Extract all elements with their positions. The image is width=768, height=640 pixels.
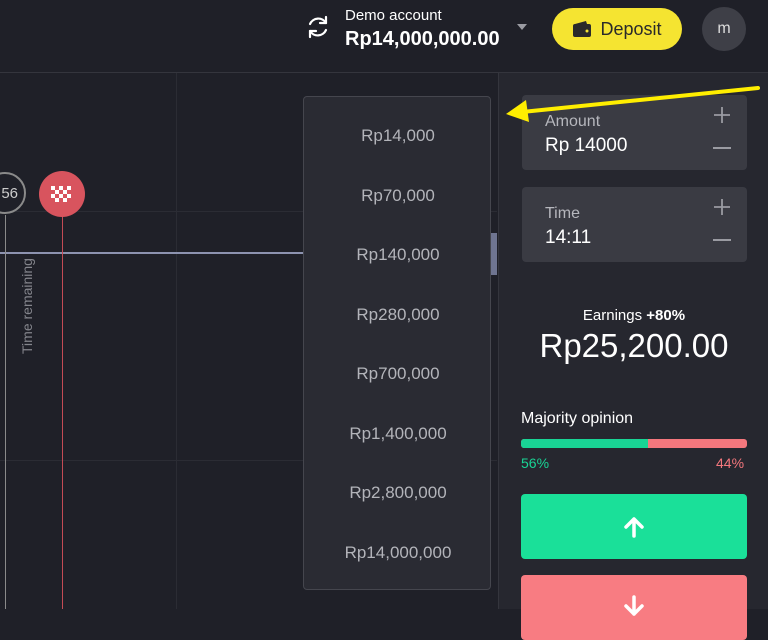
amount-option[interactable]: Rp140,000 bbox=[304, 235, 492, 275]
earnings-label: Earnings +80% bbox=[499, 307, 768, 324]
earnings-value: Rp25,200.00 bbox=[539, 327, 729, 364]
annotation-arrow-icon bbox=[506, 86, 760, 122]
amount-value[interactable]: Rp 14000 bbox=[545, 135, 627, 157]
amount-option[interactable]: Rp700,000 bbox=[304, 354, 492, 394]
majority-opinion-bar bbox=[521, 439, 747, 448]
time-remaining-label: Time remaining bbox=[19, 258, 35, 354]
amount-option[interactable]: Rp2,800,000 bbox=[304, 473, 492, 513]
majority-up-percent: 56% bbox=[521, 455, 550, 471]
avatar[interactable]: m bbox=[702, 7, 746, 51]
minus-icon[interactable] bbox=[713, 239, 731, 241]
top-bar: Demo account Rp14,000,000.00 Deposit m bbox=[0, 0, 768, 73]
amount-option[interactable]: Rp14,000 bbox=[304, 116, 492, 156]
trade-panel: Amount Rp 14000 Time 14:11 Earnings +80%… bbox=[498, 73, 768, 640]
earnings-text: Earnings bbox=[582, 307, 643, 324]
time-label: Time bbox=[545, 205, 580, 222]
expiry-time-line bbox=[62, 215, 63, 609]
minus-icon[interactable] bbox=[713, 147, 731, 149]
amount-option[interactable]: Rp14,000,000 bbox=[304, 533, 492, 573]
arrow-down-icon bbox=[624, 595, 644, 616]
higher-button[interactable] bbox=[521, 494, 747, 559]
deposit-button[interactable]: Deposit bbox=[552, 8, 682, 50]
timer-badge: 56 bbox=[0, 172, 26, 214]
grid-line bbox=[176, 73, 177, 609]
expiry-badge bbox=[39, 171, 85, 217]
amount-dropdown: Rp14,000 Rp70,000 Rp140,000 Rp280,000 Rp… bbox=[303, 96, 491, 590]
majority-down-percent: 44% bbox=[716, 455, 745, 471]
majority-opinion-label: Majority opinion bbox=[521, 410, 634, 427]
amount-option[interactable]: Rp1,400,000 bbox=[304, 414, 492, 454]
account-type-label[interactable]: Demo account bbox=[345, 7, 442, 24]
purchase-time-line bbox=[5, 215, 6, 609]
deposit-label: Deposit bbox=[600, 18, 662, 39]
amount-option[interactable]: Rp70,000 bbox=[304, 176, 492, 216]
amount-option[interactable]: Rp280,000 bbox=[304, 295, 492, 335]
time-value[interactable]: 14:11 bbox=[545, 227, 591, 249]
arrow-up-icon bbox=[624, 516, 644, 538]
lower-button[interactable] bbox=[521, 575, 747, 640]
account-balance[interactable]: Rp14,000,000.00 bbox=[345, 28, 500, 51]
time-field[interactable]: Time 14:11 bbox=[522, 187, 747, 262]
chevron-down-icon[interactable] bbox=[515, 22, 529, 32]
refresh-icon[interactable] bbox=[303, 12, 333, 42]
majority-up-fill bbox=[521, 439, 648, 448]
plus-icon[interactable] bbox=[713, 198, 731, 216]
earnings-percent: +80% bbox=[646, 307, 686, 324]
wallet-icon bbox=[573, 21, 592, 37]
checkered-flag-icon bbox=[51, 186, 71, 202]
